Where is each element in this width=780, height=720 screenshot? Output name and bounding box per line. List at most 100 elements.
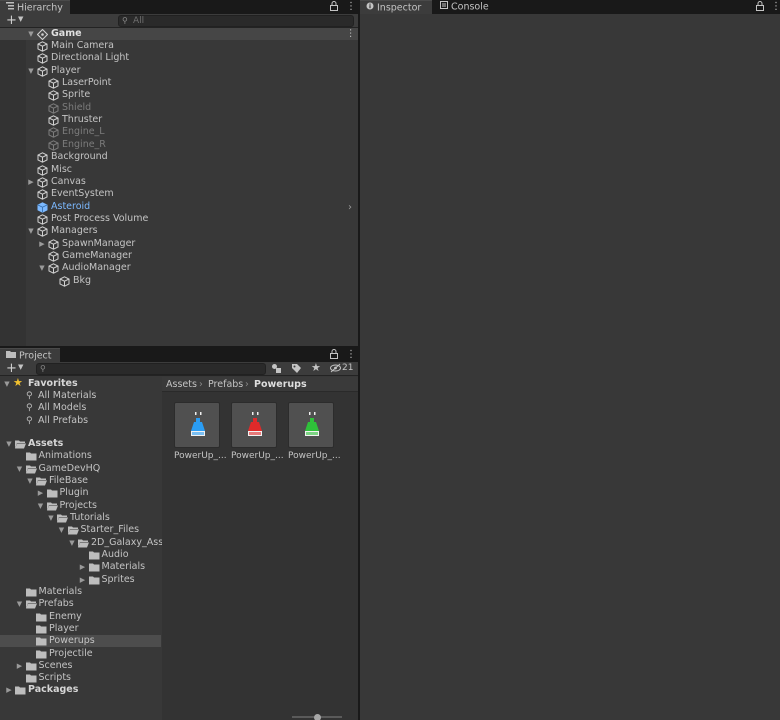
expand-caret-icon[interactable]: ▶ [79, 574, 87, 586]
favorite-item[interactable]: ⚲ All Models [0, 402, 160, 414]
tab-console[interactable]: Console [434, 0, 504, 14]
folder-item[interactable]: Powerups [0, 635, 161, 648]
expand-caret-icon[interactable]: ▼ [68, 537, 76, 549]
expand-caret-icon[interactable]: ▶ [79, 561, 87, 573]
favorites-caret-icon[interactable]: ▼ [3, 378, 11, 390]
folder-icon [88, 576, 100, 585]
expand-caret-icon[interactable]: ▼ [26, 475, 34, 487]
lock-icon[interactable] [330, 1, 338, 15]
folder-item[interactable]: ▶ Sprites [0, 574, 161, 586]
hierarchy-item[interactable]: ▼ AudioManager [0, 262, 340, 275]
tab-inspector[interactable]: Inspector [360, 0, 432, 14]
expand-caret-icon[interactable]: ▼ [5, 438, 13, 450]
zoom-slider[interactable] [292, 714, 342, 720]
hierarchy-item[interactable]: Asteroid [0, 201, 340, 213]
label-tag-icon[interactable] [291, 363, 302, 377]
more-options-icon[interactable]: ⋮ [346, 1, 356, 13]
expand-caret-icon[interactable]: ▶ [37, 487, 45, 499]
folder-item[interactable]: ▼ 2D_Galaxy_Asse [0, 537, 169, 549]
hierarchy-item[interactable]: Engine_L [0, 126, 340, 139]
expand-caret-icon[interactable]: ▼ [38, 262, 46, 274]
hierarchy-item[interactable]: Sprite [0, 89, 340, 102]
hierarchy-item[interactable]: Background [0, 151, 340, 163]
breadcrumb-assets[interactable]: Assets [166, 379, 197, 391]
hierarchy-item[interactable]: Post Process Volume [0, 213, 340, 225]
hierarchy-item[interactable]: ▶ Canvas [0, 176, 340, 188]
search-icon: ⚲ [26, 403, 33, 414]
folder-open-icon [57, 514, 68, 523]
prefab-asset-tile[interactable]: PowerUp_... [174, 402, 227, 464]
prefab-asset-tile[interactable]: PowerUp_... [231, 402, 284, 464]
expand-caret-icon[interactable]: ▼ [58, 524, 66, 536]
hierarchy-item[interactable]: GameManager [0, 250, 340, 262]
hierarchy-item[interactable]: Directional Light [0, 52, 340, 65]
folder-item[interactable]: Materials [0, 586, 161, 598]
hierarchy-item-label: LaserPoint [62, 77, 112, 89]
hierarchy-item[interactable]: ▼ Player [0, 65, 340, 77]
expand-caret-icon[interactable]: ▼ [27, 65, 35, 77]
folder-item[interactable]: ▶ Scenes [0, 660, 161, 672]
folder-item[interactable]: ▼ Prefabs [0, 598, 161, 610]
folder-item[interactable]: Player [0, 623, 161, 635]
expand-caret-icon[interactable]: ▼ [37, 500, 45, 512]
breadcrumb-prefabs[interactable]: Prefabs [208, 379, 243, 391]
folder-item[interactable]: Audio [0, 549, 161, 561]
expand-caret-icon[interactable]: ▶ [5, 684, 13, 696]
folder-item[interactable]: Scripts [0, 672, 161, 684]
folder-item[interactable]: Enemy [0, 611, 161, 623]
expand-caret-icon[interactable]: ▼ [47, 512, 55, 524]
hierarchy-item[interactable]: Misc [0, 164, 340, 176]
folder-item[interactable]: Projectile [0, 648, 161, 660]
scene-more-icon[interactable]: ⋮ [346, 28, 356, 40]
hierarchy-item[interactable]: Main Camera [0, 40, 340, 52]
inspector-more-icon[interactable]: ⋮ [771, 1, 780, 13]
hierarchy-search-input[interactable]: ⚲ All [118, 15, 354, 27]
favorite-item[interactable]: ⚲ All Prefabs [0, 415, 160, 427]
folder-item[interactable]: ▼ GameDevHQ [0, 463, 161, 475]
hidden-packages-icon[interactable] [330, 363, 341, 376]
favorite-item[interactable]: ⚲ All Materials [0, 390, 160, 402]
create-button[interactable]: + [6, 13, 17, 28]
breadcrumb-powerups[interactable]: Powerups [254, 379, 307, 391]
folder-item[interactable]: ▶ Materials [0, 561, 161, 573]
hierarchy-item[interactable]: Bkg [0, 275, 340, 287]
project-search-input[interactable]: ⚲ [36, 363, 266, 375]
folder-item[interactable]: ▶ Plugin [0, 487, 161, 499]
expand-caret-icon[interactable]: ▶ [27, 176, 35, 188]
hierarchy-item[interactable]: Thruster [0, 114, 340, 126]
folder-item[interactable]: ▶ Packages [0, 684, 161, 696]
project-more-icon[interactable]: ⋮ [346, 349, 356, 361]
chevron-down-icon[interactable]: ▼ [18, 15, 23, 23]
expand-caret-icon[interactable]: ▶ [38, 238, 46, 250]
tab-hierarchy[interactable]: Hierarchy [0, 0, 70, 14]
folder-item[interactable]: ▼ Assets [0, 438, 161, 450]
expand-caret-icon[interactable]: ▼ [16, 598, 24, 610]
zoom-slider-thumb[interactable] [313, 714, 321, 720]
expand-caret-icon[interactable]: ▼ [16, 463, 24, 475]
chevron-right-icon[interactable]: › [348, 202, 352, 213]
hierarchy-item-label: Canvas [51, 175, 86, 187]
prefab-asset-tile[interactable]: PowerUp_... [288, 402, 341, 464]
folder-item[interactable]: Animations [0, 450, 161, 462]
hierarchy-item[interactable]: ▶ SpawnManager [0, 238, 340, 250]
hierarchy-item[interactable]: Engine_R [0, 139, 340, 151]
project-create-button[interactable]: + [6, 361, 17, 376]
favorite-star-icon[interactable]: ★ [311, 361, 321, 374]
folder-item[interactable]: ▼ Tutorials [0, 512, 161, 524]
project-lock-icon[interactable] [330, 349, 338, 363]
expand-caret-icon[interactable]: ▶ [16, 660, 24, 672]
tab-project[interactable]: Project [0, 348, 60, 362]
search-by-type-icon[interactable] [271, 363, 282, 377]
expand-caret-icon[interactable]: ▼ [27, 28, 35, 40]
project-chevron-down-icon[interactable]: ▼ [18, 363, 23, 371]
folder-item[interactable]: ▼ Starter_Files [0, 524, 161, 536]
hierarchy-item[interactable]: Shield [0, 102, 340, 114]
inspector-lock-icon[interactable] [756, 1, 764, 15]
hierarchy-item[interactable]: EventSystem [0, 188, 340, 200]
folder-item[interactable]: ▼ Projects [0, 500, 161, 512]
folder-item[interactable]: ▼ FileBase [0, 475, 161, 487]
scene-header-row[interactable]: ▼ Game ⋮ [0, 28, 358, 41]
hierarchy-item[interactable]: ▼ Managers [0, 225, 340, 238]
expand-caret-icon[interactable]: ▼ [27, 225, 35, 237]
hierarchy-item[interactable]: LaserPoint [0, 77, 340, 89]
